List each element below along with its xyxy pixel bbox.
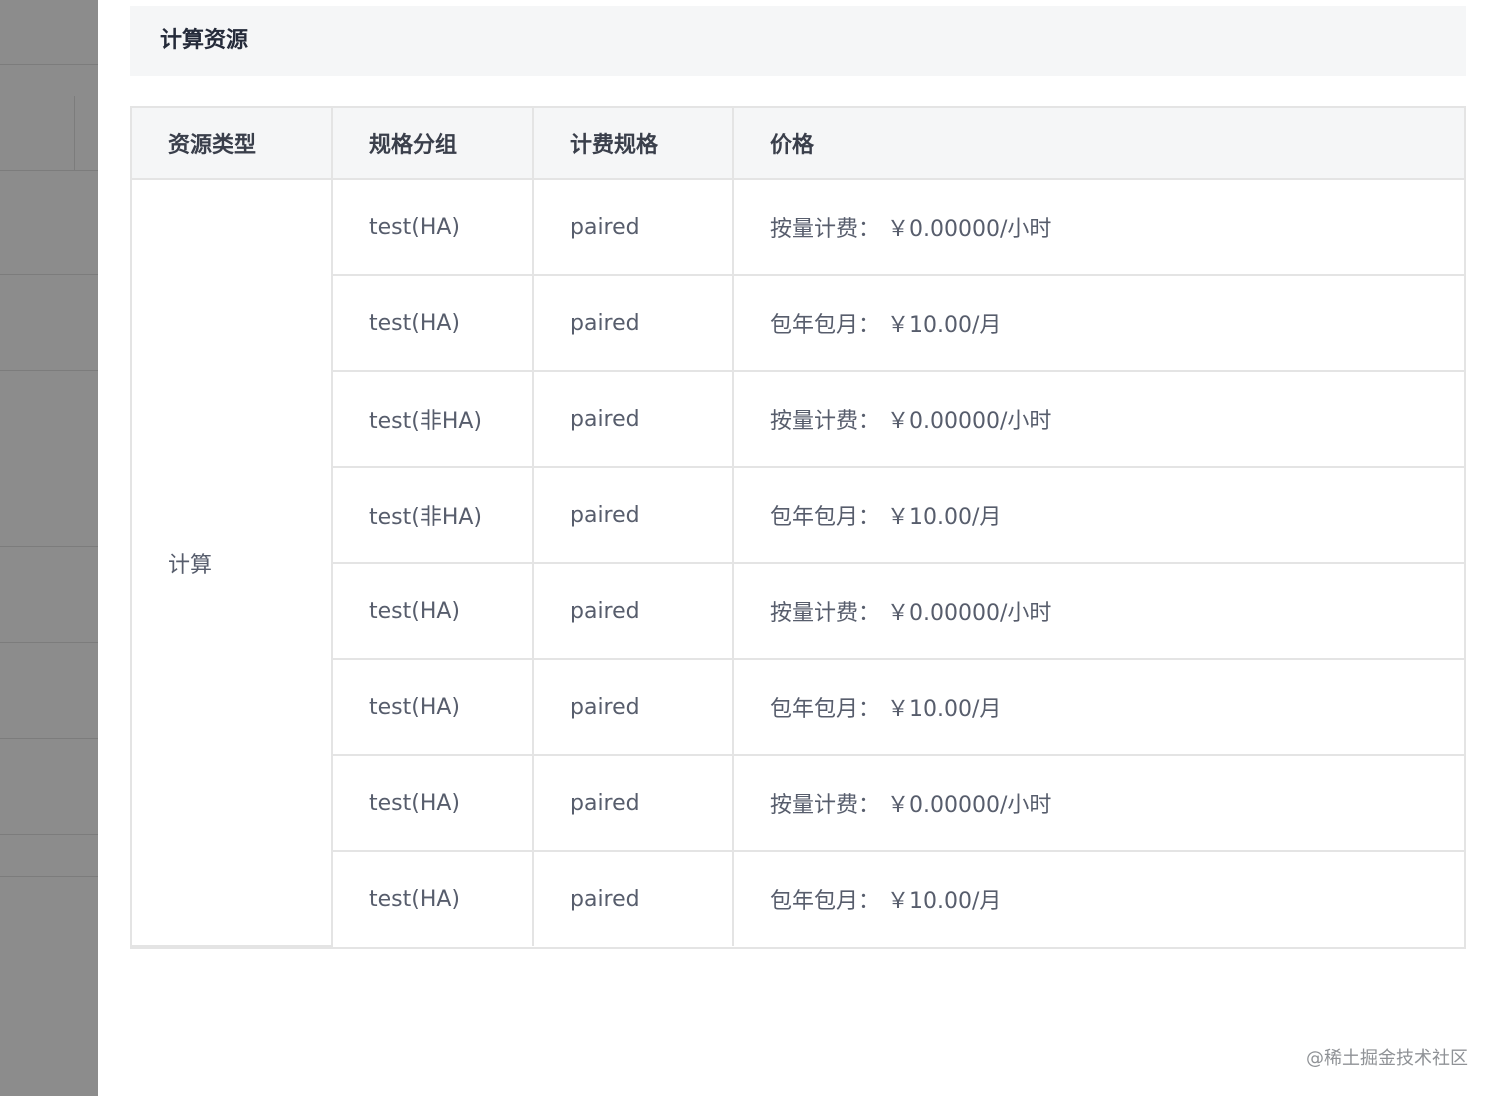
bg-divider (0, 64, 98, 65)
table-row: test(HA) paired 包年包月： ￥10.00/月 (132, 274, 1464, 372)
watermark: @稀土掘金技术社区 (1306, 1048, 1468, 1069)
cell-price: 包年包月： ￥10.00/月 (732, 274, 1464, 372)
bg-divider (0, 370, 98, 371)
cell-spec-group: test(HA) (332, 562, 534, 660)
section-header: 计算资源 (130, 6, 1466, 76)
cell-spec-group: test(非HA) (332, 370, 534, 468)
cell-billing-spec: paired (532, 658, 734, 756)
table-row: test(非HA) paired 包年包月： ￥10.00/月 (132, 466, 1464, 564)
cell-billing-spec: paired (532, 178, 734, 276)
cell-billing-spec: paired (532, 370, 734, 468)
cell-spec-group: test(HA) (332, 850, 534, 946)
cell-price: 按量计费： ￥0.00000/小时 (732, 562, 1464, 660)
table-row: test(HA) paired 按量计费： ￥0.00000/小时 (132, 562, 1464, 660)
bg-divider (0, 738, 98, 739)
pricing-table: 资源类型 规格分组 计费规格 价格 计算 test(HA) paired 按量计费： … (130, 106, 1466, 949)
cell-spec-group: test(HA) (332, 754, 534, 852)
section-title: 计算资源 (160, 28, 249, 53)
screen: 单计费模式自定义计费策略C专属资源delArts专金属客户策 计算资源 资源类型… (0, 0, 1496, 1096)
cell-resource-type: 计算 (132, 178, 333, 947)
cell-billing-spec: paired (532, 850, 734, 946)
bg-divider (0, 170, 98, 171)
table-row: test(HA) paired 包年包月： ￥10.00/月 (132, 850, 1464, 946)
cell-billing-spec: paired (532, 274, 734, 372)
cell-price: 按量计费： ￥0.00000/小时 (732, 178, 1464, 276)
cell-billing-spec: paired (532, 562, 734, 660)
cell-spec-group: test(HA) (332, 274, 534, 372)
table-header-row: 资源类型 规格分组 计费规格 价格 (132, 108, 1464, 180)
bg-divider (0, 834, 98, 835)
table-row: test(HA) paired 按量计费： ￥0.00000/小时 (132, 754, 1464, 852)
bg-divider (0, 642, 98, 643)
cell-spec-group: test(HA) (332, 658, 534, 756)
header-resource-type: 资源类型 (132, 108, 333, 180)
bg-divider (0, 274, 98, 275)
bg-divider (0, 546, 98, 547)
cell-price: 按量计费： ￥0.00000/小时 (732, 754, 1464, 852)
cell-price: 包年包月： ￥10.00/月 (732, 466, 1464, 564)
table-row: test(HA) paired 包年包月： ￥10.00/月 (132, 658, 1464, 756)
table-row: 计算 test(HA) paired 按量计费： ￥0.00000/小时 (132, 178, 1464, 947)
cell-billing-spec: paired (532, 754, 734, 852)
cell-price: 包年包月： ￥10.00/月 (732, 658, 1464, 756)
header-price: 价格 (732, 108, 1464, 180)
bg-divider (0, 876, 98, 877)
bg-divider (74, 96, 75, 170)
background-page: 单计费模式自定义计费策略C专属资源delArts专金属客户策 (0, 0, 98, 1096)
header-billing-spec: 计费规格 (532, 108, 734, 180)
cell-spec-group: test(HA) (331, 178, 534, 276)
cell-spec-group: test(非HA) (332, 466, 534, 564)
pricing-drawer: 计算资源 资源类型 规格分组 计费规格 价格 计算 test(HA) paire… (98, 0, 1496, 1096)
cell-price: 按量计费： ￥0.00000/小时 (732, 370, 1464, 468)
cell-price: 包年包月： ￥10.00/月 (732, 850, 1464, 946)
header-spec-group: 规格分组 (331, 108, 534, 180)
cell-billing-spec: paired (532, 466, 734, 564)
table-row: test(非HA) paired 按量计费： ￥0.00000/小时 (132, 370, 1464, 468)
